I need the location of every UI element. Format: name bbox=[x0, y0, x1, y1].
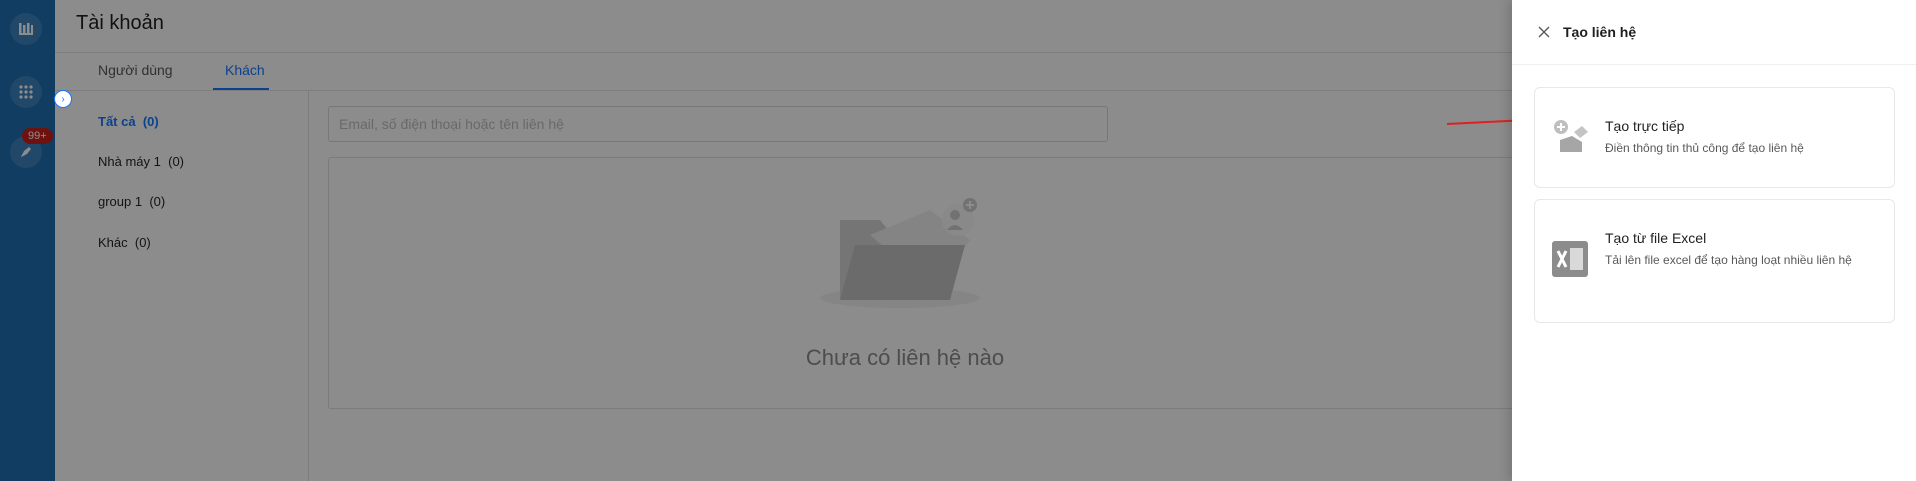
option-title: Tạo từ file Excel bbox=[1605, 230, 1707, 246]
drawer-title: Tạo liên hệ bbox=[1563, 24, 1637, 40]
collapse-sidebar-button[interactable]: › bbox=[54, 90, 72, 108]
option-title: Tạo trực tiếp bbox=[1605, 118, 1685, 134]
option-description: Điền thông tin thủ công để tạo liên hệ bbox=[1605, 141, 1804, 155]
edit-person-icon bbox=[1554, 120, 1588, 152]
create-from-excel-option[interactable]: Tạo từ file Excel Tải lên file excel để … bbox=[1534, 199, 1895, 323]
close-icon[interactable] bbox=[1536, 24, 1552, 40]
excel-icon bbox=[1552, 241, 1588, 277]
option-description: Tải lên file excel để tạo hàng loạt nhiề… bbox=[1605, 253, 1852, 267]
modal-overlay[interactable] bbox=[0, 0, 1512, 481]
divider bbox=[1512, 64, 1916, 65]
create-contact-drawer: Tạo liên hệ Tạo trực tiếp Điền thông tin… bbox=[1512, 0, 1916, 481]
create-direct-option[interactable]: Tạo trực tiếp Điền thông tin thủ công để… bbox=[1534, 87, 1895, 188]
